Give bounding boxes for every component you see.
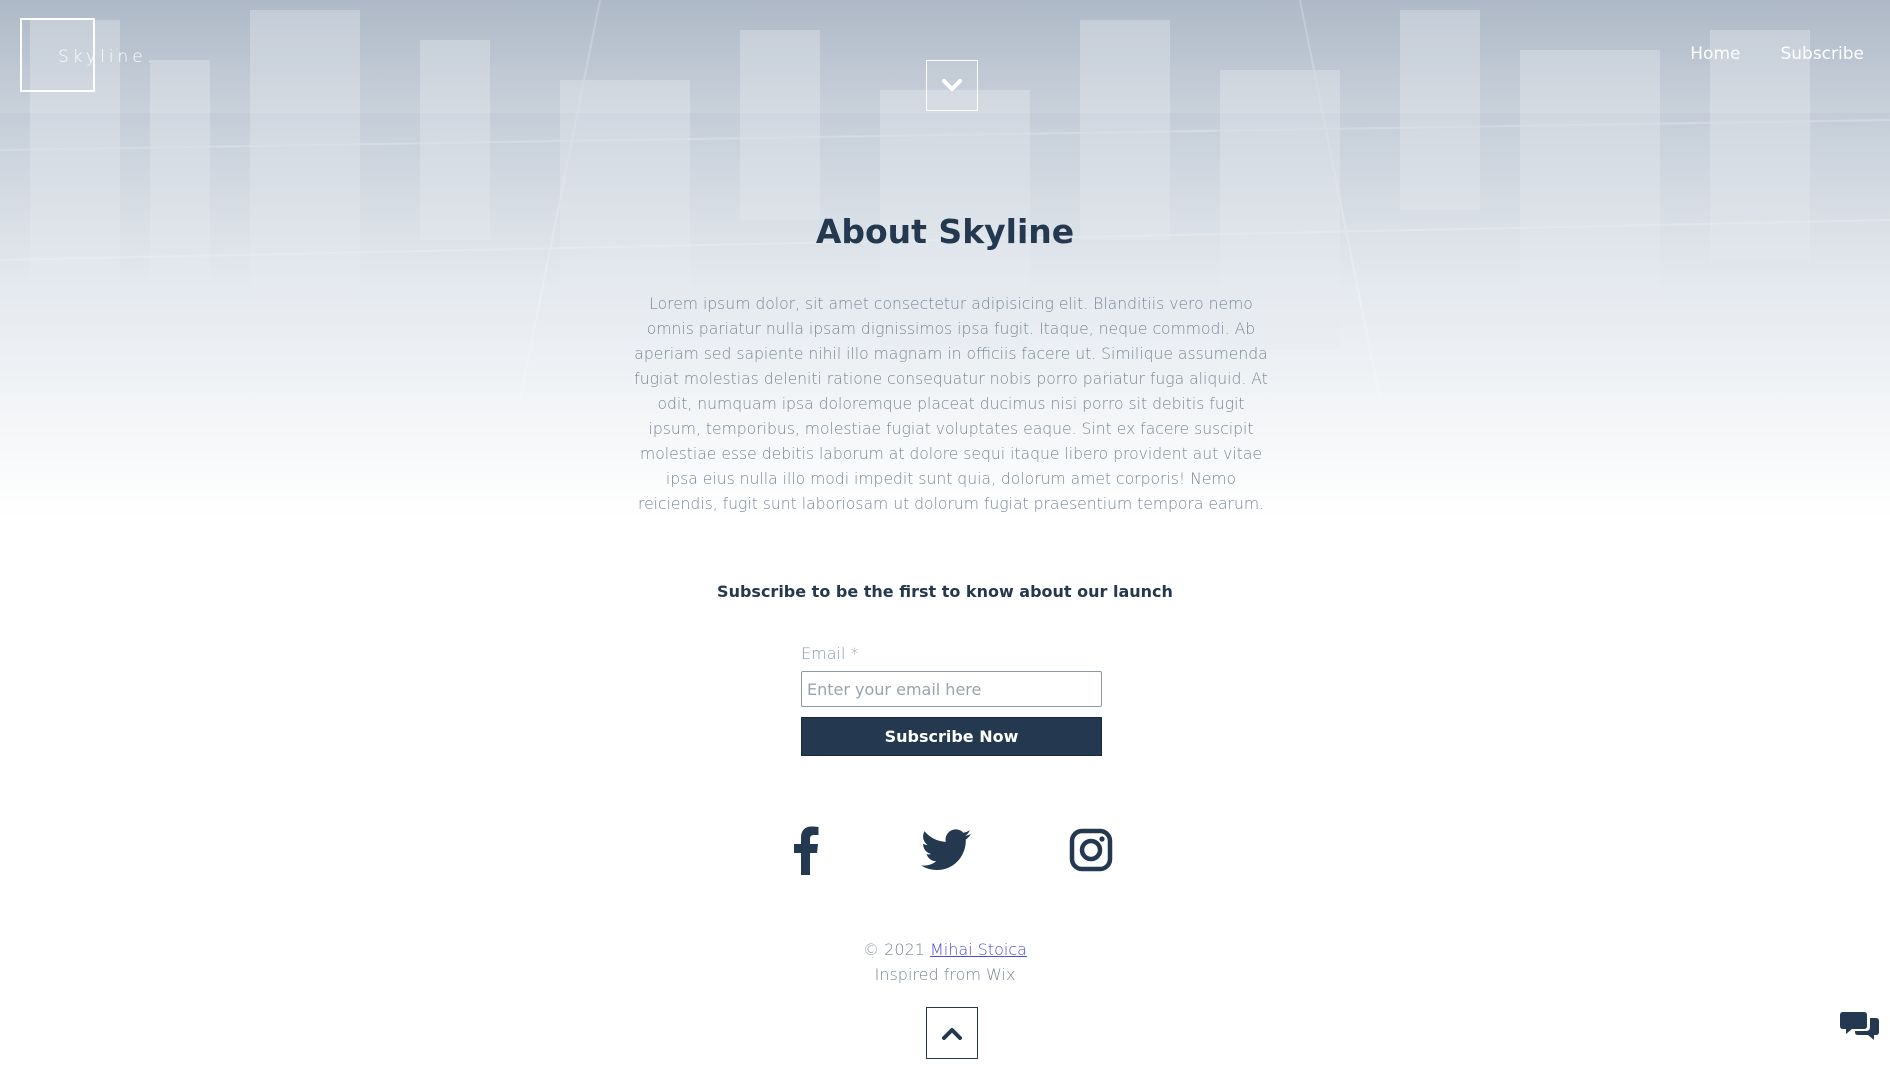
email-label: Email * <box>801 644 859 663</box>
chevron-up-icon <box>942 1028 962 1040</box>
chevron-down-icon <box>942 78 962 91</box>
copyright-text: © 2021 <box>863 940 925 959</box>
chat-button[interactable] <box>1840 1008 1880 1044</box>
facebook-icon <box>794 826 819 875</box>
footer-inspired-text: Inspired from Wix <box>874 965 1016 984</box>
scroll-down-button[interactable] <box>926 60 978 111</box>
twitter-icon <box>921 829 971 870</box>
logo-text[interactable]: Skyline. <box>58 47 156 67</box>
subscribe-now-button[interactable]: Subscribe Now <box>801 717 1102 756</box>
scroll-up-button[interactable] <box>926 1007 978 1059</box>
facebook-link[interactable] <box>780 824 832 876</box>
instagram-link[interactable] <box>1066 824 1116 876</box>
footer-copyright: © 2021 Mihai Stoica <box>0 940 1890 959</box>
about-description: Lorem ipsum dolor, sit amet consectetur … <box>634 295 1268 513</box>
subscribe-heading: Subscribe to be the first to know about … <box>717 582 1173 601</box>
author-link[interactable]: Mihai Stoica <box>930 940 1027 959</box>
main-nav: Home Subscribe <box>1690 44 1864 64</box>
nav-item-home[interactable]: Home <box>1690 44 1740 64</box>
chat-bubbles-icon <box>1840 1012 1879 1040</box>
twitter-link[interactable] <box>918 824 974 876</box>
about-title: About Skyline <box>815 212 1075 251</box>
nav-item-subscribe[interactable]: Subscribe <box>1780 44 1864 64</box>
instagram-icon <box>1069 828 1113 872</box>
email-input[interactable] <box>801 671 1102 707</box>
